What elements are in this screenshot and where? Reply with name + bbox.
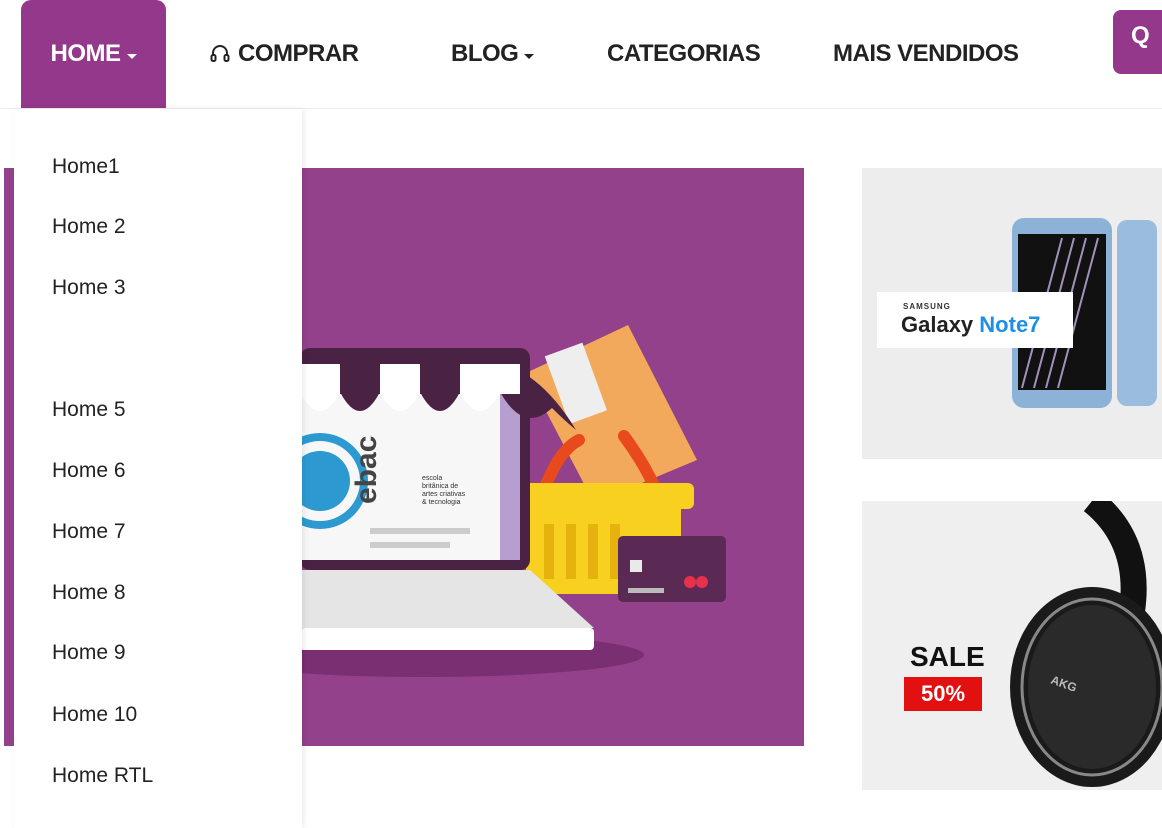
logo-line-2: britânica de xyxy=(422,483,458,490)
samsung-banner[interactable]: SAMSUNG Galaxy Note7 xyxy=(862,168,1162,459)
nav-mais-vendidos-label: MAIS VENDIDOS xyxy=(833,40,1019,67)
dropdown-item-home3[interactable]: Home 3 xyxy=(52,276,126,300)
nav-categorias-label: CATEGORIAS xyxy=(607,40,761,67)
galaxy-logo: SAMSUNG Galaxy Note7 xyxy=(877,292,1073,348)
nav-comprar-label: COMPRAR xyxy=(238,40,359,67)
dropdown-item-homertl[interactable]: Home RTL xyxy=(52,764,153,788)
discount-badge: 50% xyxy=(904,677,982,711)
dropdown-item-home8[interactable]: Home 8 xyxy=(52,581,126,605)
sale-text: SALE xyxy=(910,641,985,672)
dropdown-item-home5[interactable]: Home 5 xyxy=(52,398,126,422)
logo-letters: ebac xyxy=(350,436,383,504)
search-button[interactable]: Q xyxy=(1113,10,1162,74)
logo-line-1: escola xyxy=(422,475,442,482)
nav-home[interactable]: HOME xyxy=(21,0,166,108)
chevron-down-icon xyxy=(524,53,535,59)
dropdown-item-home10[interactable]: Home 10 xyxy=(52,703,137,727)
galaxy-word: Galaxy xyxy=(901,312,974,337)
samsung-brand: SAMSUNG xyxy=(903,302,951,311)
headphones-banner[interactable]: AKG SALE 50% xyxy=(862,501,1162,790)
nav-comprar[interactable]: COMPRAR xyxy=(210,0,359,108)
home-dropdown-menu: Home1 Home 2 Home 3 Home 5 Home 6 Home 7… xyxy=(14,109,302,828)
nav-home-label: HOME xyxy=(50,40,122,67)
logo-line-4: & tecnologia xyxy=(422,499,461,506)
headphones-illustration: AKG xyxy=(1010,501,1162,787)
note7-word: Note7 xyxy=(979,312,1041,337)
nav-blog-label: BLOG xyxy=(451,40,519,67)
dropdown-item-home7[interactable]: Home 7 xyxy=(52,520,126,544)
nav-categorias[interactable]: CATEGORIAS xyxy=(607,0,761,108)
dropdown-item-home2[interactable]: Home 2 xyxy=(52,215,126,239)
nav-mais-vendidos[interactable]: MAIS VENDIDOS xyxy=(833,0,1019,108)
dropdown-item-home1[interactable]: Home1 xyxy=(52,155,120,179)
chevron-down-icon xyxy=(126,53,137,59)
search-icon: Q xyxy=(1131,22,1150,49)
logo-line-3: artes criativas xyxy=(422,491,466,498)
dropdown-item-home9[interactable]: Home 9 xyxy=(52,641,126,665)
galaxy-model: Galaxy Note7 xyxy=(901,312,1040,338)
headset-icon xyxy=(210,45,230,62)
main-navigation: HOME COMPRAR BLOG CATEGORIAS MAIS VENDID… xyxy=(0,0,1162,109)
dropdown-item-home6[interactable]: Home 6 xyxy=(52,459,126,483)
nav-blog[interactable]: BLOG xyxy=(451,0,535,108)
